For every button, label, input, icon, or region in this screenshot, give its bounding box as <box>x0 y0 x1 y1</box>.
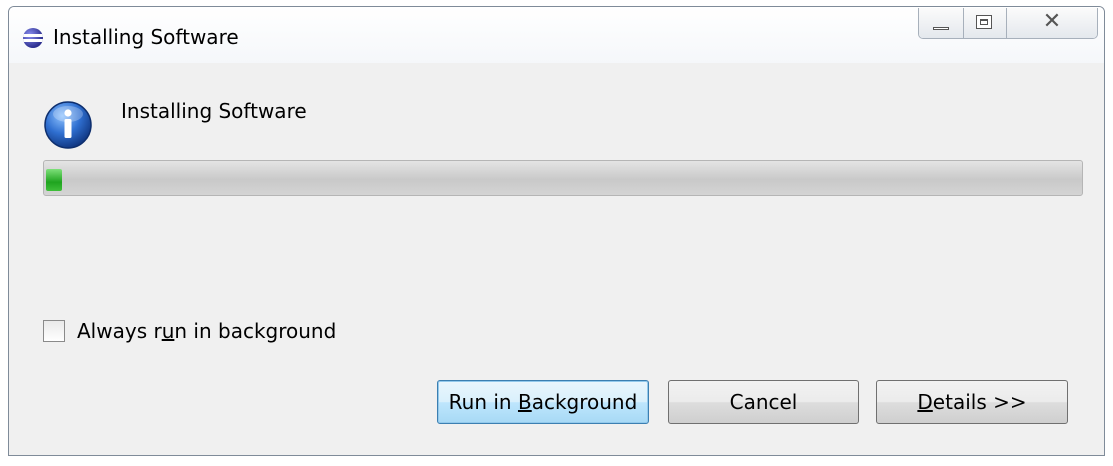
progress-fill <box>46 169 62 191</box>
minimize-button[interactable] <box>919 8 964 38</box>
run-in-background-button[interactable]: Run in Background <box>437 380 649 424</box>
cancel-button[interactable]: Cancel <box>668 380 859 424</box>
progress-heading: Installing Software <box>121 99 307 123</box>
always-run-in-background-option[interactable]: Always run in background <box>43 319 336 343</box>
close-button[interactable]: ✕ <box>1007 8 1097 38</box>
close-icon: ✕ <box>1042 9 1062 34</box>
always-run-in-background-checkbox[interactable] <box>43 320 65 342</box>
window-title: Installing Software <box>53 25 239 49</box>
info-icon <box>44 101 92 149</box>
window-controls: ✕ <box>918 8 1098 39</box>
minimize-icon <box>933 27 949 30</box>
eclipse-icon <box>23 28 43 48</box>
installing-software-dialog: Installing Software ✕ Installing Softwar… <box>8 6 1105 456</box>
maximize-button[interactable] <box>964 8 1007 38</box>
title-bar[interactable]: Installing Software ✕ <box>9 7 1104 63</box>
checkbox-label: Always run in background <box>77 319 337 343</box>
maximize-icon <box>976 15 992 29</box>
details-button[interactable]: Details >> <box>876 380 1068 424</box>
install-progress-bar <box>43 160 1083 196</box>
